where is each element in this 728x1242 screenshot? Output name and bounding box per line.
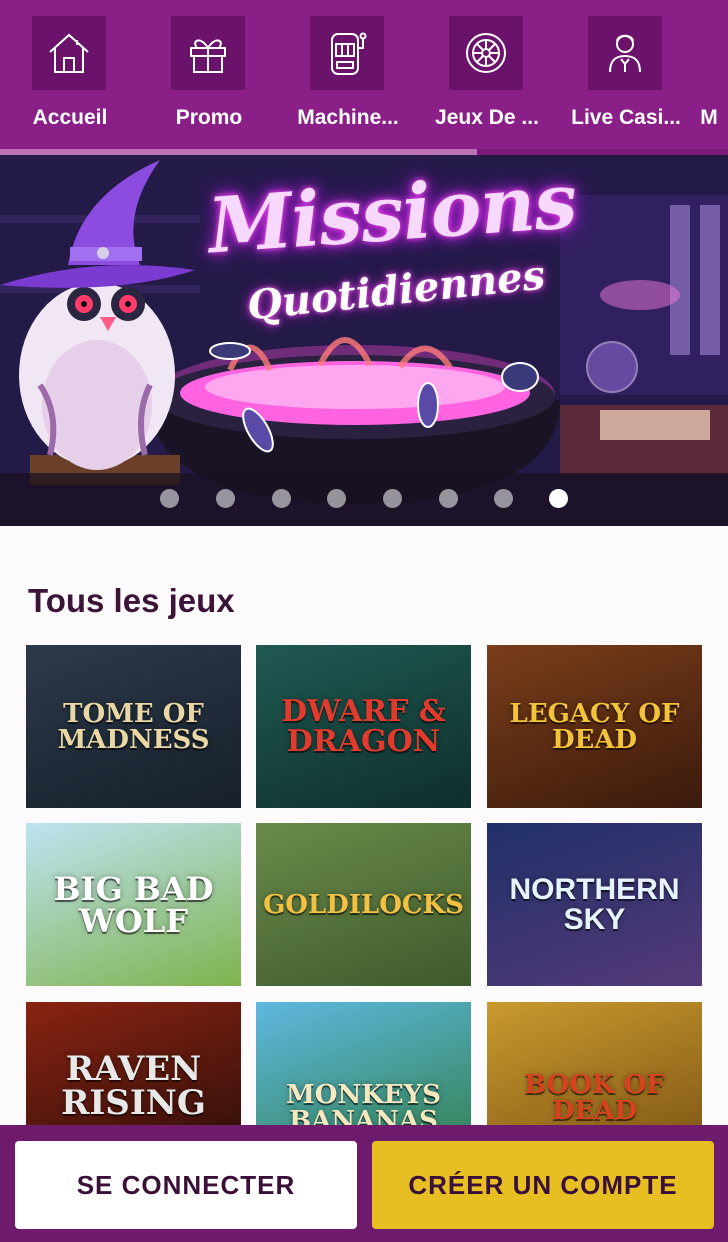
nav-item-jeux-de-table[interactable]: Jeux De ... (417, 16, 555, 155)
carousel-dot[interactable] (272, 489, 291, 508)
nav-item-promo[interactable]: Promo (139, 16, 277, 155)
game-title: BIG BAD WOLF (53, 869, 214, 940)
nav-tile (310, 16, 384, 90)
game-title: NORTHERN SKY (509, 872, 680, 936)
home-icon (49, 33, 89, 73)
nav-tile (32, 16, 106, 90)
nav-tile (171, 16, 245, 90)
carousel-dot[interactable] (327, 489, 346, 508)
nav-item-machines[interactable]: Machine... (278, 16, 416, 155)
slot-machine-icon (331, 32, 367, 75)
game-title: LEGACY OF DEAD (509, 698, 680, 755)
game-card-raven-rising[interactable]: RAVEN RISING (26, 1002, 241, 1125)
game-title: GOLDILOCKS (263, 889, 464, 920)
game-title: TOME OF MADNESS (57, 698, 210, 755)
category-nav: Accueil Promo Machine... Jeux De ... Liv… (0, 0, 728, 155)
carousel-dot[interactable] (494, 489, 513, 508)
carousel-dot[interactable] (439, 489, 458, 508)
nav-label: M (700, 106, 718, 129)
carousel-dot[interactable] (160, 489, 179, 508)
nav-label: Machine... (297, 106, 399, 129)
game-title: DWARF & DRAGON (281, 693, 446, 759)
game-title: MONKEYS BANANAS (286, 1080, 441, 1125)
nav-item-more[interactable]: M (695, 16, 728, 155)
carousel-dot-active[interactable] (549, 489, 568, 508)
roulette-icon (466, 33, 506, 73)
games-grid: TOME OF MADNESS DWARF & DRAGON LEGACY OF… (26, 645, 702, 1125)
game-title: BOOK OF DEAD (524, 1070, 665, 1125)
game-card-goldilocks[interactable]: GOLDILOCKS (256, 823, 471, 986)
carousel-dot[interactable] (383, 489, 402, 508)
game-card-dwarf-dragon[interactable]: DWARF & DRAGON (256, 645, 471, 808)
nav-tile (449, 16, 523, 90)
game-card-monkeys-bananas[interactable]: MONKEYS BANANAS (256, 1002, 471, 1125)
login-button[interactable]: SE CONNECTER (15, 1141, 357, 1229)
nav-label: Accueil (32, 106, 108, 129)
game-card-book-of-dead[interactable]: BOOK OF DEAD (487, 1002, 702, 1125)
gift-icon (190, 39, 226, 73)
dealer-icon (609, 34, 641, 73)
nav-tile (588, 16, 662, 90)
promo-banner[interactable]: Missions Quotidiennes (0, 155, 728, 526)
game-card-big-bad-wolf[interactable]: BIG BAD WOLF (26, 823, 241, 986)
nav-item-live-casino[interactable]: Live Casi... (556, 16, 694, 155)
game-card-tome-of-madness[interactable]: TOME OF MADNESS (26, 645, 241, 808)
game-title: RAVEN RISING (61, 1049, 206, 1123)
carousel-dots (160, 489, 580, 509)
carousel-dot[interactable] (216, 489, 235, 508)
section-title: Tous les jeux (28, 582, 235, 619)
nav-label: Jeux De ... (435, 106, 539, 129)
create-account-button[interactable]: CRÉER UN COMPTE (372, 1141, 714, 1229)
nav-item-accueil[interactable]: Accueil (0, 16, 138, 155)
bottom-action-bar: SE CONNECTER CRÉER UN COMPTE (0, 1125, 728, 1242)
game-card-northern-sky[interactable]: NORTHERN SKY (487, 823, 702, 986)
nav-label: Promo (175, 106, 243, 129)
game-card-legacy-of-dead[interactable]: LEGACY OF DEAD (487, 645, 702, 808)
